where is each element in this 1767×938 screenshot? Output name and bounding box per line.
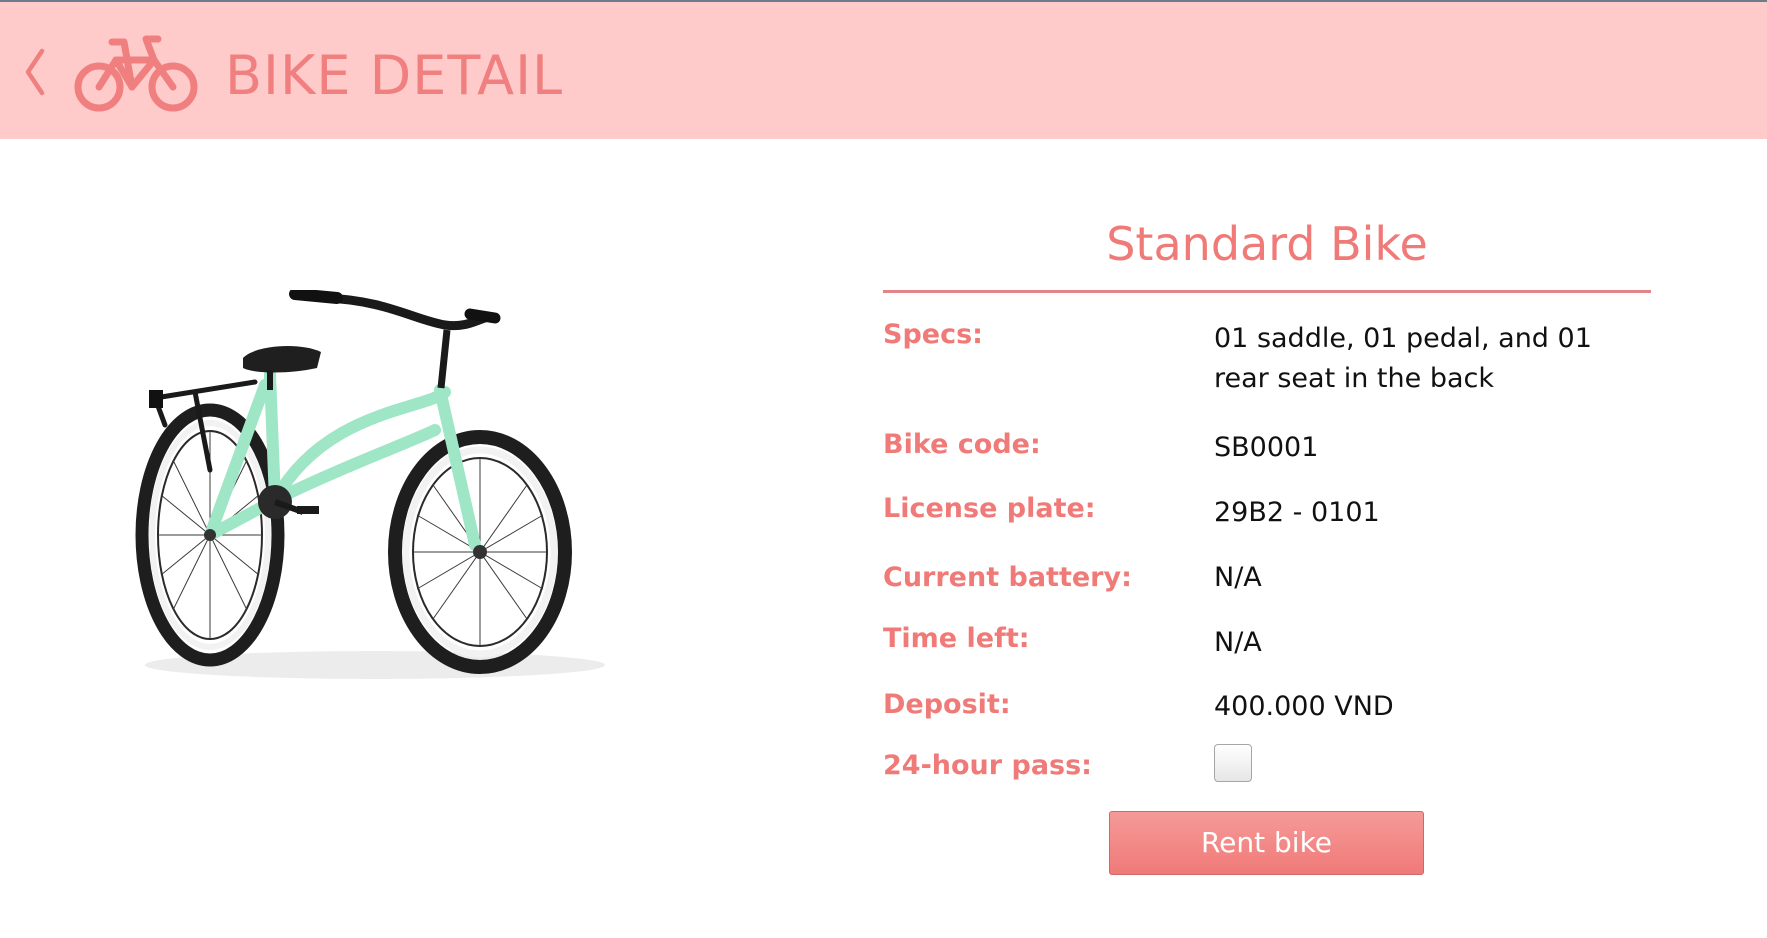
bicycle-icon <box>74 35 198 112</box>
pass-checkbox[interactable] <box>1214 744 1252 782</box>
deposit-label: Deposit: <box>883 689 1011 720</box>
license-plate-label: License plate: <box>883 493 1096 524</box>
back-button[interactable] <box>14 38 54 108</box>
specs-value: 01 saddle, 01 pedal, and 01 rear seat in… <box>1214 323 1592 394</box>
bike-detail-page: BIKE DETAIL Standard Bike Specs: 01 sadd… <box>0 0 1767 938</box>
chevron-left-icon <box>25 48 45 96</box>
current-battery-label: Current battery: <box>883 562 1132 593</box>
pass-label: 24-hour pass: <box>883 750 1092 781</box>
specs-label: Specs: <box>883 319 983 350</box>
rent-bike-button[interactable]: Rent bike <box>1109 811 1424 875</box>
current-battery-value: N/A <box>1214 562 1262 593</box>
header-bar: BIKE DETAIL <box>0 2 1767 139</box>
time-left-value: N/A <box>1214 627 1262 658</box>
page-title: BIKE DETAIL <box>225 44 564 107</box>
title-divider <box>883 290 1651 293</box>
deposit-value: 400.000 VND <box>1214 691 1394 722</box>
bike-image <box>135 290 605 679</box>
time-left-label: Time left: <box>883 623 1030 654</box>
bike-code-value: SB0001 <box>1214 432 1319 463</box>
bike-code-label: Bike code: <box>883 429 1041 460</box>
license-plate-value: 29B2 - 0101 <box>1214 497 1380 528</box>
product-title: Standard Bike <box>1106 217 1428 271</box>
